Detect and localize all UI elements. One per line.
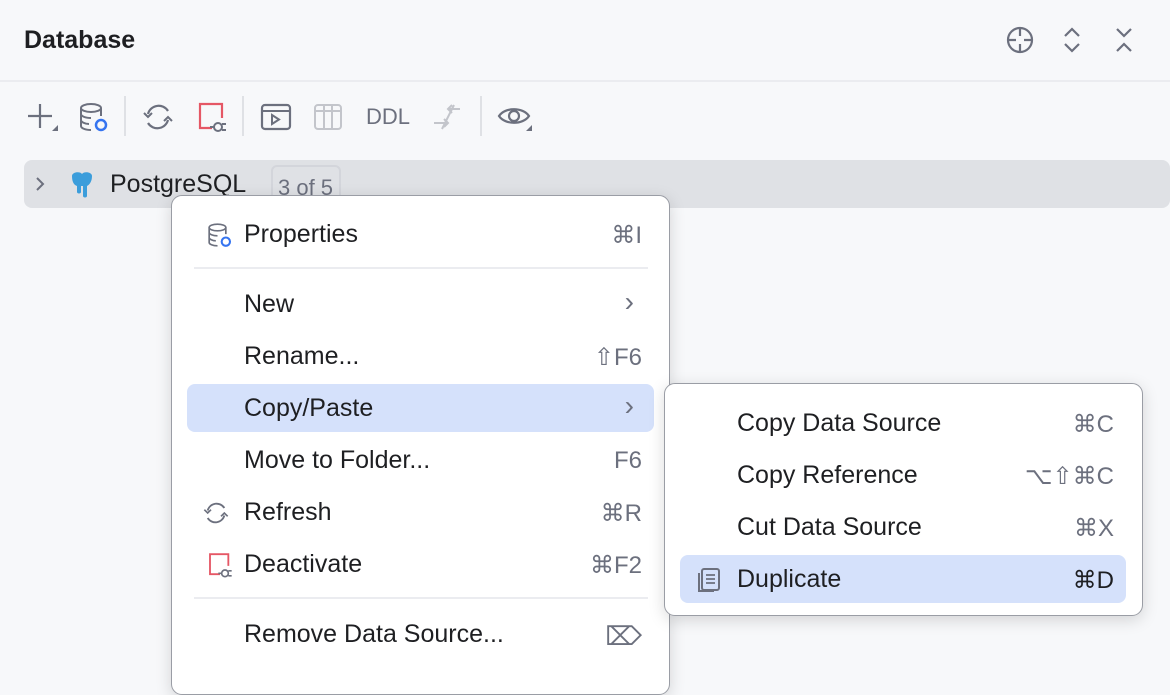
menu-item-shortcut: ⌥⇧⌘C: [1025, 462, 1114, 491]
view-options-icon[interactable]: [496, 99, 532, 135]
submenu-item-copy-reference[interactable]: Copy Reference ⌥⇧⌘C: [680, 451, 1126, 499]
menu-item-label: New: [244, 290, 294, 319]
menu-item-refresh[interactable]: Refresh ⌘R: [187, 488, 654, 536]
submenu-item-cut-data-source[interactable]: Cut Data Source ⌘X: [680, 503, 1126, 551]
data-source-properties-icon: [205, 220, 235, 250]
locate-icon[interactable]: [1002, 22, 1038, 58]
menu-item-shortcut: ⌘I: [611, 221, 642, 250]
menu-item-label: Cut Data Source: [737, 513, 922, 542]
add-icon[interactable]: [22, 99, 58, 135]
chevron-right-icon[interactable]: [32, 172, 48, 196]
menu-item-rename[interactable]: Rename... ⇧F6: [187, 332, 654, 380]
submenu-item-duplicate[interactable]: Duplicate ⌘D: [680, 555, 1126, 603]
menu-item-shortcut: ⇧F6: [594, 343, 642, 372]
menu-item-label: Rename...: [244, 342, 359, 371]
postgresql-icon: [68, 170, 96, 200]
panel-title: Database: [24, 26, 135, 55]
menu-separator: [194, 597, 648, 599]
deactivate-icon[interactable]: [194, 99, 230, 135]
delete-key-icon: ⌦: [605, 621, 642, 652]
menu-item-new[interactable]: New ›: [187, 280, 654, 328]
menu-item-label: Refresh: [244, 498, 332, 527]
toolbar-separator: [124, 96, 126, 136]
deactivate-icon: [205, 550, 235, 580]
menu-separator: [194, 267, 648, 269]
menu-item-label: Copy/Paste: [244, 394, 373, 423]
menu-item-copy-paste[interactable]: Copy/Paste ›: [187, 384, 654, 432]
menu-item-label: Properties: [244, 220, 358, 249]
menu-item-shortcut: ⌘C: [1073, 410, 1114, 439]
menu-item-shortcut: ⌘F2: [590, 551, 642, 580]
menu-item-label: Copy Reference: [737, 461, 918, 490]
copy-paste-submenu: Copy Data Source ⌘C Copy Reference ⌥⇧⌘C …: [664, 383, 1143, 616]
menu-item-label: Deactivate: [244, 550, 362, 579]
header-divider: [0, 80, 1170, 82]
expand-all-icon[interactable]: [1054, 22, 1090, 58]
menu-item-shortcut: ⌘D: [1073, 566, 1114, 595]
ddl-button[interactable]: DDL: [366, 104, 410, 130]
duplicate-icon: [694, 565, 724, 595]
submenu-arrow-icon: ›: [625, 286, 634, 318]
refresh-icon: [201, 498, 231, 528]
menu-item-shortcut: ⌘R: [601, 499, 642, 528]
data-source-properties-icon[interactable]: [76, 99, 112, 135]
menu-item-shortcut: ⌘X: [1074, 514, 1114, 543]
toolbar-separator: [480, 96, 482, 136]
context-menu: Properties ⌘I New › Rename... ⇧F6 Copy/P…: [171, 195, 670, 695]
menu-item-shortcut: F6: [614, 447, 642, 475]
submenu-item-copy-data-source[interactable]: Copy Data Source ⌘C: [680, 399, 1126, 447]
compare-icon: [430, 99, 466, 135]
query-console-icon[interactable]: [258, 99, 294, 135]
refresh-icon[interactable]: [140, 99, 176, 135]
menu-item-remove-data-source[interactable]: Remove Data Source... ⌦: [187, 610, 654, 658]
menu-item-properties[interactable]: Properties ⌘I: [187, 210, 654, 258]
submenu-arrow-icon: ›: [625, 390, 634, 422]
menu-item-deactivate[interactable]: Deactivate ⌘F2: [187, 540, 654, 588]
toolbar-separator: [242, 96, 244, 136]
table-view-icon: [310, 99, 346, 135]
menu-item-label: Copy Data Source: [737, 409, 941, 438]
menu-item-label: Move to Folder...: [244, 446, 430, 475]
menu-item-move-to-folder[interactable]: Move to Folder... F6: [187, 436, 654, 484]
menu-item-label: Duplicate: [737, 565, 841, 594]
collapse-all-icon[interactable]: [1106, 22, 1142, 58]
menu-item-label: Remove Data Source...: [244, 620, 504, 649]
